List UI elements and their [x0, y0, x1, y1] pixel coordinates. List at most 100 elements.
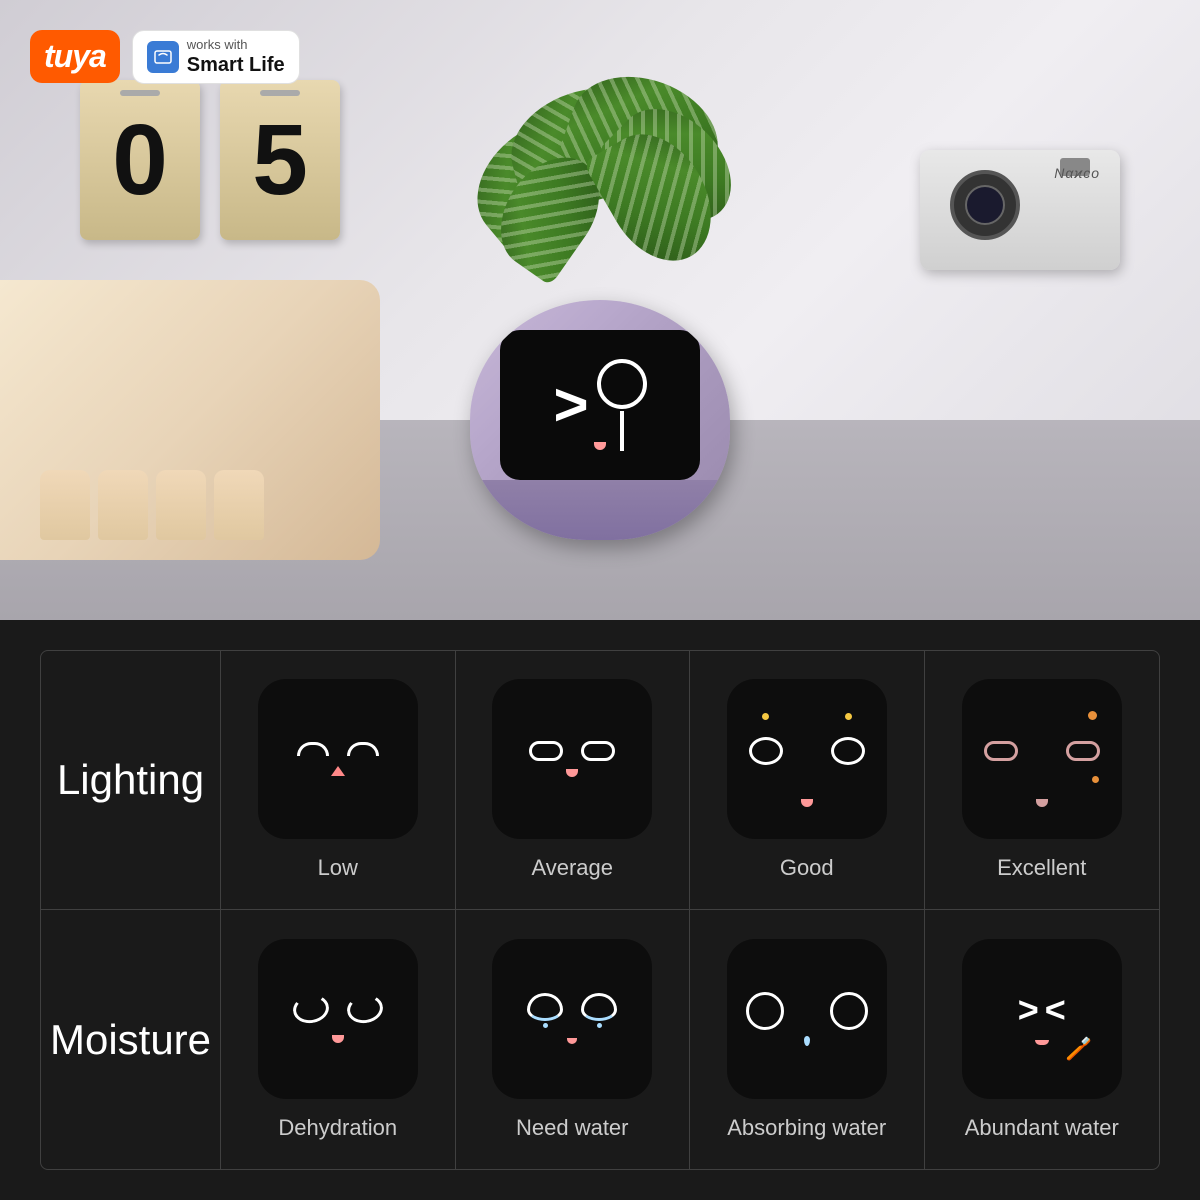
need-water-eye-left [527, 993, 563, 1021]
block-number-0: 0 [112, 110, 168, 210]
excellent-eye-left [984, 741, 1018, 761]
excellent-icon [962, 679, 1122, 839]
plant-leaves [450, 70, 750, 320]
pot-bottom [470, 480, 730, 540]
low-label: Low [318, 855, 358, 881]
camera-brand-text: Nαϰco [1054, 165, 1100, 181]
knuckle-2 [98, 470, 148, 540]
calendar-block-0: 0 [80, 80, 200, 240]
camera-body: Nαϰco [920, 150, 1120, 270]
works-with-text: works with [187, 37, 285, 53]
excellent-label: Excellent [997, 855, 1086, 881]
logos-container: tuya works with Smart Life [30, 30, 300, 84]
lighting-category: Lighting [41, 651, 221, 910]
dehydration-mouth [332, 1035, 344, 1043]
camera-lens-inner [965, 185, 1005, 225]
good-mouth [801, 799, 813, 807]
need-water-eye-right [581, 993, 617, 1021]
toothbrush-icon: 🪥 [1065, 1036, 1092, 1062]
abundant-mouth [1035, 1040, 1049, 1045]
face-circle-container [597, 359, 647, 451]
absorbing-eye-right [830, 992, 868, 1030]
good-icon [727, 679, 887, 839]
dehydration-face [273, 964, 403, 1074]
camera: Nαϰco [920, 150, 1120, 290]
need-water-face [507, 964, 637, 1074]
camera-lens [950, 170, 1020, 240]
features-grid: Lighting Low [40, 650, 1160, 1170]
need-water-eye-right-group [581, 993, 617, 1028]
excellent-mouth [1036, 799, 1048, 807]
face-circle [597, 359, 647, 409]
tuya-logo: tuya [30, 30, 120, 83]
knuckle-3 [156, 470, 206, 540]
abundant-face: > < 🪥 [977, 964, 1107, 1074]
low-eye-left [297, 742, 329, 756]
hand-area [0, 280, 380, 560]
absorbing-eye-left [746, 992, 784, 1030]
low-eyes [297, 742, 379, 756]
calendar-blocks: 0 5 [80, 80, 340, 240]
hand-knuckles [40, 470, 264, 540]
feature-cell-excellent: Excellent [925, 651, 1160, 910]
face-display: > [553, 359, 646, 451]
face-chevron-icon: > [553, 375, 588, 435]
absorbing-label: Absorbing water [727, 1115, 886, 1141]
low-eye-right [347, 742, 379, 756]
feature-cell-low: Low [221, 651, 456, 910]
dot-orange-bottom [1092, 776, 1099, 783]
good-eyes [749, 737, 865, 765]
need-water-icon [492, 939, 652, 1099]
dehydration-eye-left [291, 992, 331, 1026]
block-number-5: 5 [252, 110, 308, 210]
need-water-eyes [527, 993, 617, 1028]
absorbing-icon [727, 939, 887, 1099]
absorbing-eyes [746, 992, 868, 1030]
face-circle-line [620, 411, 624, 451]
good-label: Good [780, 855, 834, 881]
absorbing-face [742, 964, 872, 1074]
dehydration-eye-right [345, 992, 385, 1026]
excellent-eyes [984, 741, 1100, 761]
pot-body: > [470, 300, 730, 540]
pot-screen: > [500, 330, 700, 480]
good-face [742, 704, 872, 814]
low-mouth [331, 766, 345, 776]
calendar-block-5: 5 [220, 80, 340, 240]
excellent-eye-right [1066, 741, 1100, 761]
feature-cell-dehydration: Dehydration [221, 910, 456, 1169]
dot-top-left [762, 713, 769, 720]
dot-orange-right [1088, 711, 1097, 720]
plant-pot: > [450, 70, 750, 540]
moisture-category: Moisture [41, 910, 221, 1169]
feature-cell-good: Good [690, 651, 925, 910]
smart-life-name-text: Smart Life [187, 53, 285, 77]
need-water-eye-left-group [527, 993, 563, 1028]
feature-cell-absorbing: Absorbing water [690, 910, 925, 1169]
dehydration-label: Dehydration [278, 1115, 397, 1141]
moisture-label: Moisture [50, 1016, 211, 1064]
dot-top-right [845, 713, 852, 720]
average-mouth [566, 769, 578, 777]
water-dot-left [543, 1023, 548, 1028]
abundant-eye-left-chevron: > [1018, 992, 1039, 1028]
tuya-brand-text: tuya [44, 38, 106, 75]
abundant-icon: > < 🪥 [962, 939, 1122, 1099]
smart-life-text: works with Smart Life [187, 37, 285, 77]
smart-life-badge: works with Smart Life [132, 30, 300, 84]
need-water-mouth [567, 1038, 577, 1044]
product-photo: tuya works with Smart Life 0 5 [0, 0, 1200, 620]
average-label: Average [531, 855, 613, 881]
abundant-eye-right-chevron: < [1045, 992, 1066, 1028]
knuckle-1 [40, 470, 90, 540]
features-section: Lighting Low [0, 620, 1200, 1200]
smart-life-icon [147, 41, 179, 73]
low-icon [258, 679, 418, 839]
average-eye-right [581, 741, 615, 761]
good-eye-left [749, 737, 783, 765]
lighting-label: Lighting [57, 756, 204, 804]
average-icon [492, 679, 652, 839]
abundant-label: Abundant water [965, 1115, 1119, 1141]
feature-cell-abundant: > < 🪥 Abundant water [925, 910, 1160, 1169]
knuckle-4 [214, 470, 264, 540]
